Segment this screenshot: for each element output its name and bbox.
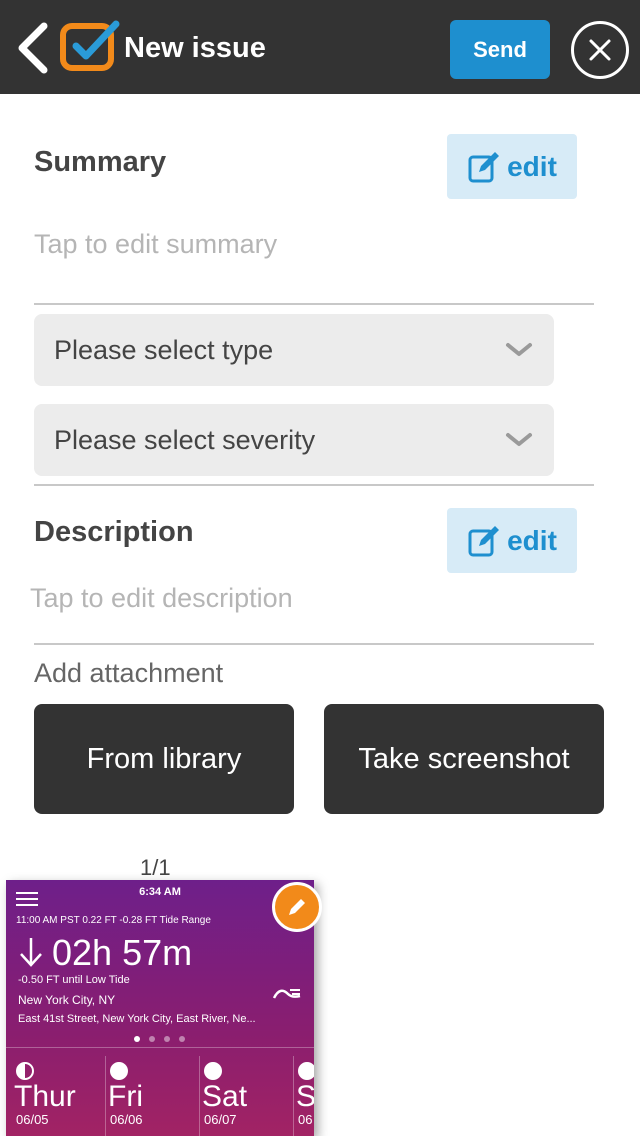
divider [6, 1047, 314, 1048]
divider [34, 303, 594, 305]
edit-icon [468, 525, 500, 556]
send-button[interactable]: Send [450, 20, 550, 79]
thumb-until-text: -0.50 FT until Low Tide [18, 974, 130, 986]
page-title: New issue [124, 32, 266, 64]
divider [34, 484, 594, 486]
thumb-day-name: Thur [14, 1080, 76, 1113]
description-edit-label: edit [507, 524, 557, 556]
thumb-day-name: Sat [202, 1080, 248, 1113]
moon-icon [110, 1062, 128, 1080]
type-select-value: Please select type [54, 334, 274, 365]
thumb-day-date: 06/05 [16, 1112, 49, 1127]
type-select[interactable]: Please select type [34, 314, 554, 386]
severity-select-value: Please select severity [54, 424, 316, 455]
thumb-day-date: 06/07 [204, 1112, 237, 1127]
thumb-city: New York City, NY [18, 993, 116, 1007]
thumb-street: East 41st Street, New York City, East Ri… [18, 1013, 256, 1025]
app-logo [60, 20, 120, 72]
summary-edit-label: edit [507, 150, 557, 182]
thumb-countdown: 02h 57m [52, 932, 193, 973]
attachment-counter: 1/1 [140, 855, 171, 880]
thumb-tide-info: 11:00 AM PST 0.22 FT -0.28 FT Tide Range [16, 915, 211, 926]
chevron-down-icon [506, 433, 532, 446]
description-placeholder[interactable]: Tap to edit description [30, 583, 293, 614]
severity-select[interactable]: Please select severity [34, 404, 554, 476]
thumb-day-date: 06 [298, 1112, 313, 1127]
wave-icon [272, 989, 301, 999]
attachment-thumbnail[interactable]: 6:34 AM 11:00 AM PST 0.22 FT -0.28 FT Ti… [6, 880, 314, 1136]
edit-icon [468, 151, 500, 182]
close-button[interactable] [571, 21, 629, 79]
summary-placeholder[interactable]: Tap to edit summary [34, 229, 277, 260]
moon-icon [16, 1062, 34, 1080]
moon-icon [298, 1062, 314, 1080]
thumb-day: Fri 06/06 [106, 1056, 200, 1136]
description-label: Description [34, 516, 194, 548]
thumb-day-name: S [296, 1080, 314, 1113]
arrow-down-icon [20, 938, 42, 967]
moon-icon [204, 1062, 222, 1080]
top-bar: New issue Send [0, 0, 640, 94]
summary-edit-button[interactable]: edit [447, 134, 577, 199]
back-button[interactable] [14, 22, 54, 74]
page-dots [134, 1036, 185, 1042]
divider [34, 643, 594, 645]
pencil-icon [289, 899, 305, 915]
annotate-screenshot-button[interactable] [272, 882, 322, 932]
chevron-left-icon [18, 22, 48, 74]
from-library-button[interactable]: From library [34, 704, 294, 814]
attachment-label: Add attachment [34, 658, 224, 688]
thumb-day: S 06 [294, 1056, 314, 1136]
thumb-day-name: Fri [108, 1080, 143, 1113]
thumb-status-time: 6:34 AM [139, 886, 181, 898]
checkbox-logo-icon [60, 20, 120, 71]
chevron-down-icon [506, 343, 532, 356]
thumb-day: Sat 06/07 [200, 1056, 294, 1136]
take-screenshot-button[interactable]: Take screenshot [324, 704, 604, 814]
thumb-day-date: 06/06 [110, 1112, 143, 1127]
summary-label: Summary [34, 146, 167, 178]
description-edit-button[interactable]: edit [447, 508, 577, 573]
thumb-day: Thur 06/05 [12, 1056, 106, 1136]
close-icon [589, 39, 611, 61]
